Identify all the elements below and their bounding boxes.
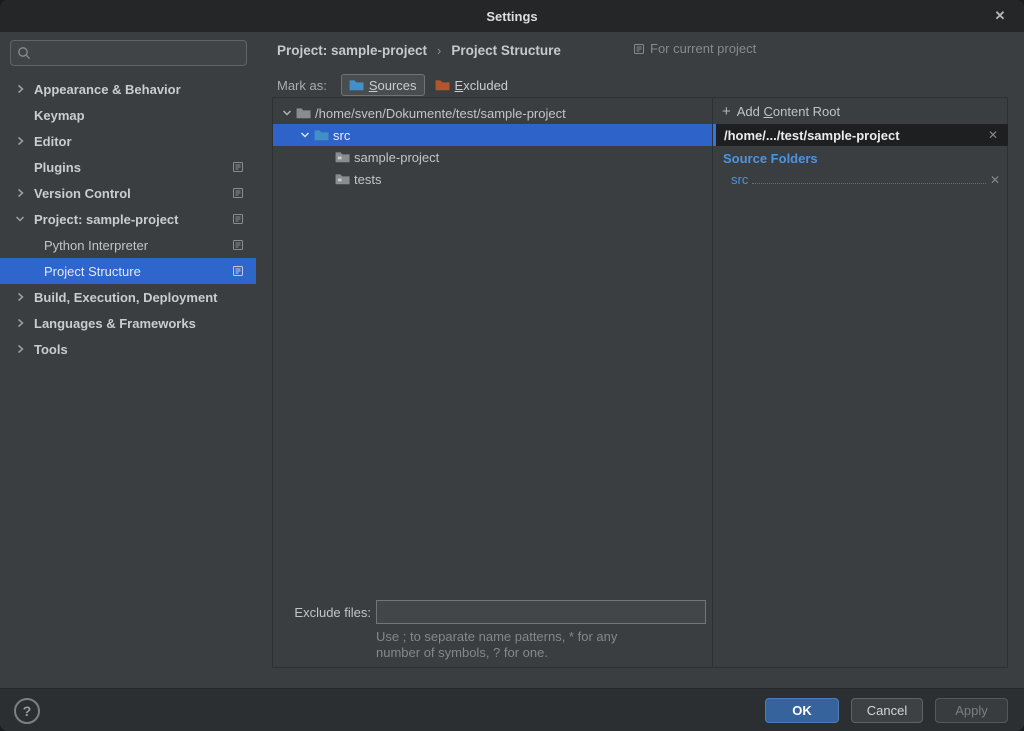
chevron-down-icon[interactable] <box>299 129 311 141</box>
breadcrumb-separator-icon: › <box>437 43 441 58</box>
add-content-root-label: Add Content Root <box>737 104 840 119</box>
sidebar-item-label: Plugins <box>34 160 81 175</box>
add-content-root-button[interactable]: + Add Content Root <box>722 104 840 119</box>
footer-buttons: OK Cancel Apply <box>765 698 1008 723</box>
cancel-button[interactable]: Cancel <box>851 698 923 723</box>
exclude-hint-line2: number of symbols, ? for one. <box>376 645 548 660</box>
chevron-down-icon[interactable] <box>281 107 293 119</box>
tree-row-label: /home/sven/Dokumente/test/sample-project <box>315 106 566 121</box>
remove-source-folder-icon[interactable]: ✕ <box>990 173 1004 189</box>
chevron-down-icon[interactable] <box>14 213 26 225</box>
ok-button[interactable]: OK <box>765 698 839 723</box>
breadcrumb-project[interactable]: Project: sample-project <box>277 43 427 58</box>
source-folder-row[interactable]: src ✕ <box>731 169 1004 189</box>
exclude-hint-line1: Use ; to separate name patterns, * for a… <box>376 629 617 644</box>
per-project-settings-icon <box>232 161 244 176</box>
dialog-footer: ? OK Cancel Apply <box>0 688 1024 731</box>
sidebar-item-python-interpreter[interactable]: Python Interpreter <box>0 232 256 258</box>
remove-content-root-icon[interactable]: ✕ <box>978 128 1008 142</box>
mark-sources-label: Sources <box>369 78 417 93</box>
tree-row-label: sample-project <box>354 150 439 165</box>
sidebar-item-appearance-behavior[interactable]: Appearance & Behavior <box>0 76 256 102</box>
tree-row-label: tests <box>354 172 381 187</box>
scope-note: For current project <box>633 41 756 56</box>
dotted-leader <box>752 183 986 184</box>
settings-search-box[interactable] <box>10 40 247 66</box>
folder-icon <box>296 107 311 119</box>
sidebar-item-project-sample-project[interactable]: Project: sample-project <box>0 206 256 232</box>
sidebar-item-label: Project Structure <box>44 264 141 279</box>
settings-dialog: Settings ✕ Appearance & Behavior Keymap … <box>0 0 1024 731</box>
breadcrumb: Project: sample-project › Project Struct… <box>277 40 561 60</box>
chevron-right-icon[interactable] <box>14 291 26 303</box>
sidebar-item-version-control[interactable]: Version Control <box>0 180 256 206</box>
sidebar-item-label: Project: sample-project <box>34 212 179 227</box>
content-roots-panel: + Add Content Root /home/.../test/sample… <box>712 98 1008 667</box>
chevron-right-icon[interactable] <box>14 83 26 95</box>
mark-sources-button[interactable]: Sources <box>341 74 425 96</box>
sidebar-item-build-execution-deployment[interactable]: Build, Execution, Deployment <box>0 284 256 310</box>
sidebar-item-label: Editor <box>34 134 72 149</box>
project-structure-panel: /home/sven/Dokumente/test/sample-project… <box>272 97 1008 668</box>
help-icon[interactable]: ? <box>14 698 40 724</box>
sidebar-list: Appearance & Behavior Keymap Editor Plug… <box>0 76 256 362</box>
search-icon <box>17 46 31 60</box>
mark-as-toolbar: Mark as: Sources Excluded <box>277 73 516 97</box>
tree-row-src[interactable]: src <box>273 124 712 146</box>
per-project-settings-icon <box>232 239 244 254</box>
chevron-right-icon[interactable] <box>14 135 26 147</box>
directory-tree: /home/sven/Dokumente/test/sample-project… <box>273 98 712 667</box>
tree-row-label: src <box>333 128 350 143</box>
breadcrumb-page: Project Structure <box>451 43 561 58</box>
folder-sources-icon <box>314 129 329 141</box>
exclude-files-label: Exclude files: <box>277 601 371 625</box>
tree-row-tests[interactable]: tests <box>273 168 712 190</box>
folder-sources-icon <box>349 79 364 91</box>
folder-icon <box>335 151 350 163</box>
sidebar-item-project-structure[interactable]: Project Structure <box>0 258 256 284</box>
search-input[interactable] <box>36 45 240 62</box>
mark-excluded-label: Excluded <box>455 78 508 93</box>
exclude-files-input[interactable] <box>376 600 706 624</box>
per-project-settings-icon <box>633 43 645 55</box>
sidebar-item-tools[interactable]: Tools <box>0 336 256 362</box>
source-folder-name: src <box>731 172 748 189</box>
sidebar-item-label: Tools <box>34 342 68 357</box>
chevron-right-icon[interactable] <box>14 343 26 355</box>
sidebar-item-label: Languages & Frameworks <box>34 316 196 331</box>
chevron-right-icon[interactable] <box>14 317 26 329</box>
title-bar: Settings ✕ <box>0 0 1024 32</box>
dialog-title: Settings <box>486 9 537 24</box>
sidebar-item-label: Build, Execution, Deployment <box>34 290 217 305</box>
close-icon[interactable]: ✕ <box>986 0 1014 32</box>
plus-icon: + <box>722 105 731 118</box>
per-project-settings-icon <box>232 213 244 228</box>
settings-sidebar: Appearance & Behavior Keymap Editor Plug… <box>0 32 256 682</box>
tree-row-content-root[interactable]: /home/sven/Dokumente/test/sample-project <box>273 102 712 124</box>
sidebar-item-label: Version Control <box>34 186 131 201</box>
tree-row-sample-project[interactable]: sample-project <box>273 146 712 168</box>
scope-note-label: For current project <box>650 41 756 56</box>
source-folders-title: Source Folders <box>723 151 818 166</box>
sidebar-item-keymap[interactable]: Keymap <box>0 102 256 128</box>
folder-icon <box>335 173 350 185</box>
sidebar-item-label: Keymap <box>34 108 85 123</box>
sidebar-item-label: Python Interpreter <box>44 238 148 253</box>
sidebar-item-editor[interactable]: Editor <box>0 128 256 154</box>
sidebar-item-languages-frameworks[interactable]: Languages & Frameworks <box>0 310 256 336</box>
chevron-right-icon[interactable] <box>14 187 26 199</box>
mark-excluded-button[interactable]: Excluded <box>427 74 516 96</box>
folder-excluded-icon <box>435 79 450 91</box>
selection-bar <box>713 124 716 146</box>
sidebar-item-plugins[interactable]: Plugins <box>0 154 256 180</box>
apply-button: Apply <box>935 698 1008 723</box>
per-project-settings-icon <box>232 187 244 202</box>
content-root-row[interactable]: /home/.../test/sample-project ✕ <box>713 124 1008 146</box>
per-project-settings-icon <box>232 265 244 280</box>
content-root-path: /home/.../test/sample-project <box>724 128 978 143</box>
mark-as-label: Mark as: <box>277 78 327 93</box>
sidebar-item-label: Appearance & Behavior <box>34 82 181 97</box>
